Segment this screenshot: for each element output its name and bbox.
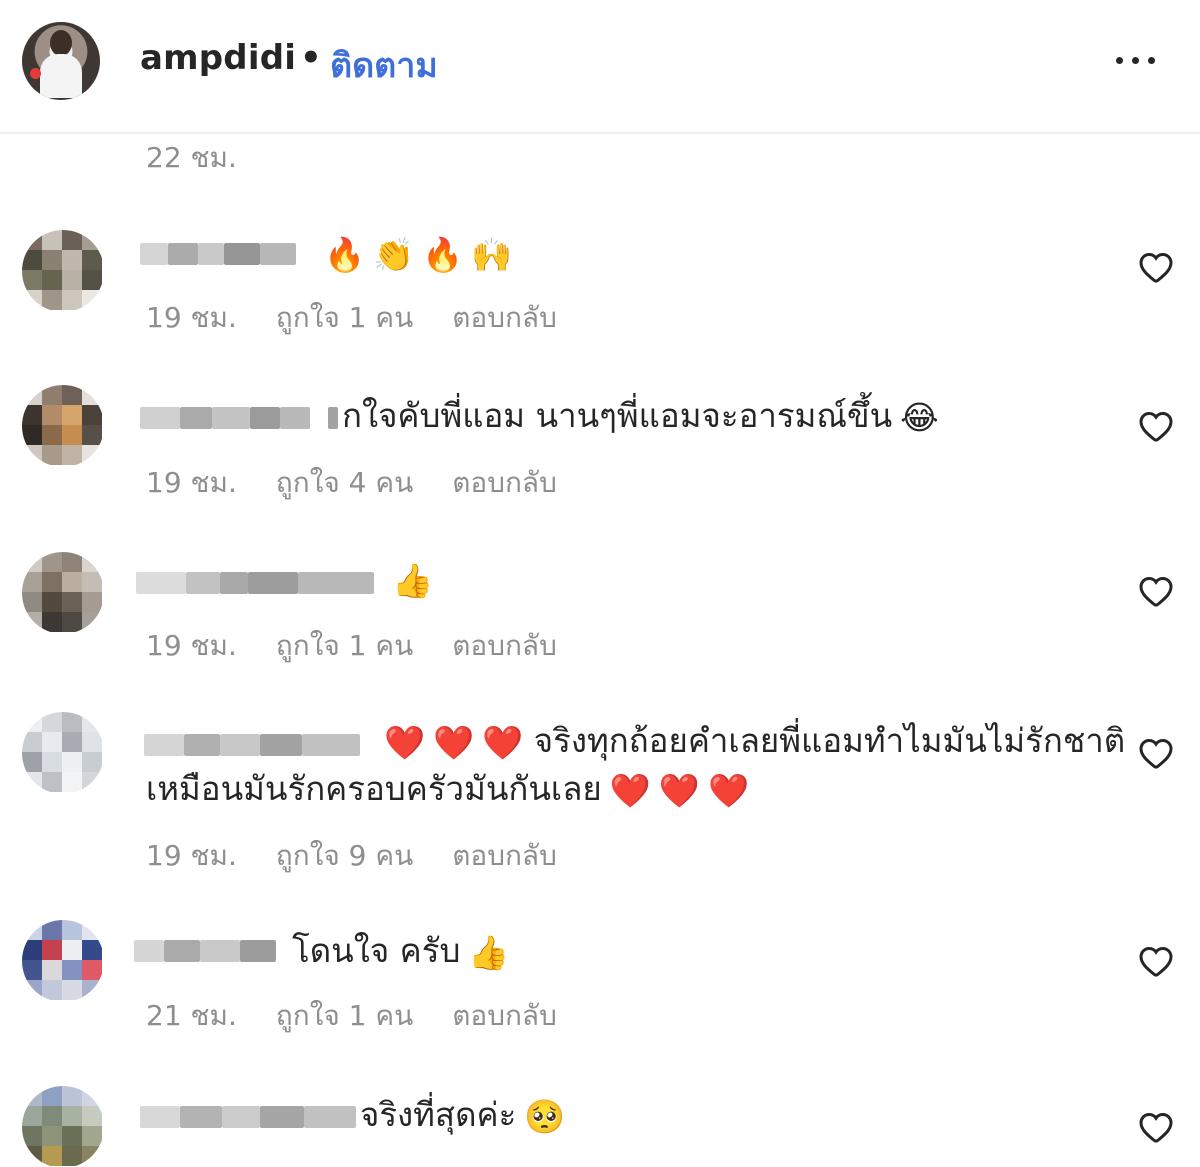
heart-icon[interactable] <box>1138 944 1174 978</box>
comment-likes[interactable]: ถูกใจ 4 คน <box>276 461 413 505</box>
comment-time: 19 ชม. <box>146 629 237 662</box>
commenter-avatar[interactable] <box>22 230 104 312</box>
commenter-avatar[interactable] <box>22 552 104 634</box>
commenter-avatar[interactable] <box>22 385 104 467</box>
comment-likes[interactable]: ถูกใจ 1 คน <box>276 994 413 1038</box>
follow-button[interactable]: ติดตาม <box>330 38 438 92</box>
heart-icon[interactable] <box>1138 574 1174 608</box>
commenter-avatar[interactable] <box>22 1086 104 1167</box>
comment-meta: 19 ชม. ถูกใจ 9 คน ตอบกลับ <box>146 834 587 878</box>
commenter-username-blurred[interactable] <box>140 399 340 437</box>
comment-time: 19 ชม. <box>146 301 237 334</box>
comment-text: จริงที่สุดค่ะ 🥺 <box>360 1095 566 1136</box>
comment-time: 19 ชม. <box>146 839 237 872</box>
commenter-username-blurred[interactable] <box>140 1098 356 1136</box>
heart-icon[interactable] <box>1138 250 1174 284</box>
comment-likes[interactable]: ถูกใจ 1 คน <box>276 624 413 668</box>
commenter-username-blurred[interactable] <box>140 726 360 764</box>
comment-item: ❤️ ❤️ ❤️ จริงทุกถ้อยคำเลยพี่แอมทำไมมันไม่ร… <box>0 712 1200 872</box>
comment-likes[interactable]: ถูกใจ 9 คน <box>276 834 413 878</box>
comment-item: โดนใจ ครับ 👍 21 ชม. ถูกใจ 1 คน ตอบกลับ <box>0 920 1200 1040</box>
commenter-username-blurred[interactable] <box>136 564 380 602</box>
commenter-username-blurred[interactable] <box>134 932 290 970</box>
comment-text: โดนใจ ครับ 👍 <box>292 931 510 972</box>
reply-button[interactable]: ตอบกลับ <box>452 624 557 668</box>
reply-button[interactable]: ตอบกลับ <box>452 461 557 505</box>
reply-button[interactable]: ตอบกลับ <box>452 994 557 1038</box>
reply-button[interactable]: ตอบกลับ <box>452 834 557 878</box>
comment-item: 🔥 👏 🔥 🙌 19 ชม. ถูกใจ 1 คน ตอบกลับ <box>0 230 1200 350</box>
comment-time: 21 ชม. <box>146 999 237 1032</box>
heart-icon[interactable] <box>1138 409 1174 443</box>
comment-meta: 19 ชม. ถูกใจ 1 คน ตอบกลับ <box>146 624 587 668</box>
comment-time: 19 ชม. <box>146 466 237 499</box>
comment-text: กใจคับพี่แอม นานๆพี่แอมจะอารมณ์ขึ้น 😂 <box>342 396 939 437</box>
comment-item: กใจคับพี่แอม นานๆพี่แอมจะอารมณ์ขึ้น 😂 19 … <box>0 385 1200 505</box>
older-comment-time: 22 ชม. <box>146 141 237 174</box>
separator-dot: • <box>300 38 322 78</box>
comment-likes[interactable]: ถูกใจ 1 คน <box>276 296 413 340</box>
comment-emojis: 🔥 👏 🔥 🙌 <box>324 235 513 274</box>
profile-avatar[interactable] <box>22 22 100 100</box>
comment-meta: 19 ชม. ถูกใจ 4 คน ตอบกลับ <box>146 461 587 505</box>
heart-icon[interactable] <box>1138 1110 1174 1144</box>
comment-emojis: 👍 <box>392 561 434 600</box>
commenter-avatar[interactable] <box>22 712 104 794</box>
more-horizontal-icon[interactable] <box>1112 48 1160 72</box>
comment-meta: 19 ชม. ถูกใจ 1 คน ตอบกลับ <box>146 296 587 340</box>
username[interactable]: ampdidi <box>140 38 296 78</box>
comment-text: ❤️ ❤️ ❤️ จริงทุกถ้อยคำเลยพี่แอมทำไมมันไม่ร… <box>384 721 1126 762</box>
commenter-avatar[interactable] <box>22 920 104 1002</box>
post-header: ampdidi • ติดตาม <box>0 0 1200 134</box>
comment-meta: 21 ชม. ถูกใจ 1 คน ตอบกลับ <box>146 994 587 1038</box>
comment-text-line2: เหมือนมันรักครอบครัวมันกันเลย ❤️ ❤️ ❤️ <box>146 769 750 810</box>
comment-item: 👍 19 ชม. ถูกใจ 1 คน ตอบกลับ <box>0 552 1200 672</box>
commenter-username-blurred[interactable] <box>140 235 300 273</box>
reply-button[interactable]: ตอบกลับ <box>452 296 557 340</box>
heart-icon[interactable] <box>1138 736 1174 770</box>
comment-item: จริงที่สุดค่ะ 🥺 <box>0 1086 1200 1167</box>
